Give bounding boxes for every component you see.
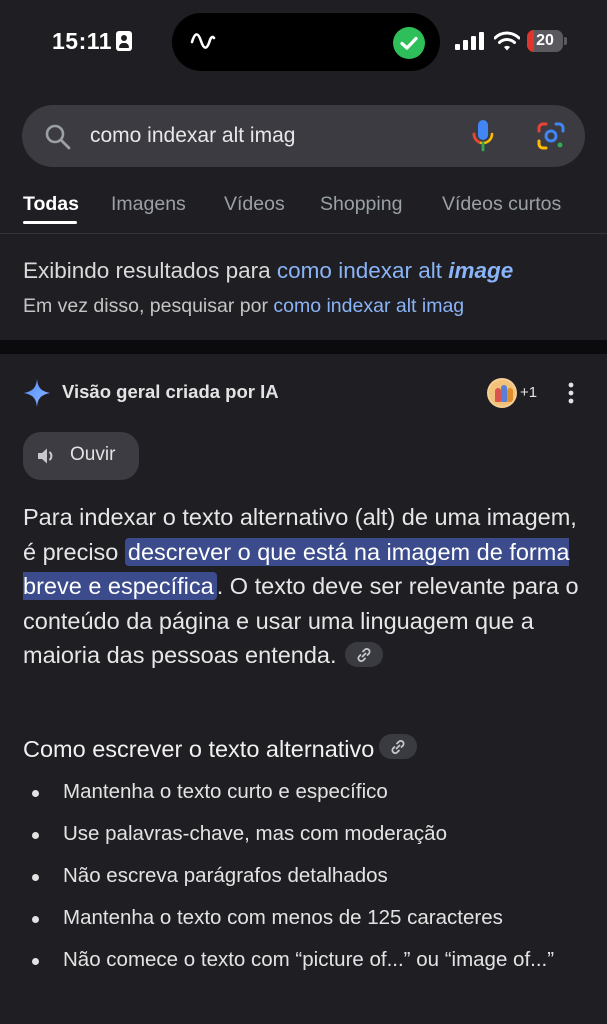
list-item: Mantenha o texto com menos de 125 caract… <box>23 904 583 932</box>
contact-card-icon <box>116 31 132 51</box>
list-item: Não comece o texto com “picture of...” o… <box>23 946 583 974</box>
corrected-query-link[interactable]: como indexar alt image <box>277 258 513 283</box>
corrected-query-emphasis: image <box>448 258 514 283</box>
tab-shopping[interactable]: Shopping <box>320 193 402 216</box>
tab-videos-curtos[interactable]: Vídeos curtos <box>442 193 561 216</box>
ai-answer-paragraph: Para indexar o texto alternativo (alt) d… <box>23 500 583 673</box>
active-tab-indicator <box>23 221 77 224</box>
list-item: Não escreva parágrafos detalhados <box>23 862 583 890</box>
ai-overview-title: Visão geral criada por IA <box>62 381 279 402</box>
cellular-signal-icon <box>455 32 484 50</box>
tab-imagens[interactable]: Imagens <box>111 193 186 216</box>
battery-icon: 20 <box>527 30 567 52</box>
tips-list: Mantenha o texto curto e específico Use … <box>23 778 583 988</box>
speaker-icon <box>38 448 53 464</box>
microphone-icon[interactable] <box>471 119 495 153</box>
sparkle-icon <box>24 379 50 407</box>
list-item: Mantenha o texto curto e específico <box>23 778 583 806</box>
search-icon[interactable] <box>44 123 72 151</box>
search-input[interactable] <box>90 121 450 151</box>
search-instead-for: Em vez disso, pesquisar por como indexar… <box>23 295 464 318</box>
contributors-count[interactable]: +1 <box>520 384 537 401</box>
more-options-icon[interactable] <box>562 380 580 406</box>
tab-videos[interactable]: Vídeos <box>224 193 285 216</box>
section-divider <box>0 340 607 354</box>
tab-todas[interactable]: Todas <box>23 193 79 216</box>
google-lens-icon[interactable] <box>536 121 566 151</box>
instead-prefix: Em vez disso, pesquisar por <box>23 295 268 317</box>
tabs-divider <box>0 233 607 234</box>
listen-label[interactable]: Ouvir <box>70 444 115 466</box>
battery-level: 20 <box>536 32 554 49</box>
wifi-icon <box>494 31 520 51</box>
showing-prefix: Exibindo resultados para <box>23 258 271 283</box>
link-icon <box>391 740 405 754</box>
check-icon <box>393 27 425 59</box>
list-item: Use palavras-chave, mas com moderação <box>23 820 583 848</box>
showing-results-for: Exibindo resultados para como indexar al… <box>23 258 513 284</box>
link-icon <box>357 648 371 662</box>
source-link-chip[interactable] <box>345 642 384 667</box>
section-subheading: Como escrever o texto alternativo <box>23 734 418 763</box>
status-time: 15:11 <box>52 28 113 54</box>
waveform-icon <box>190 33 216 49</box>
subheading-link-chip[interactable] <box>379 734 418 759</box>
original-query-link[interactable]: como indexar alt imag <box>273 295 464 317</box>
contributor-avatar[interactable] <box>487 378 517 408</box>
